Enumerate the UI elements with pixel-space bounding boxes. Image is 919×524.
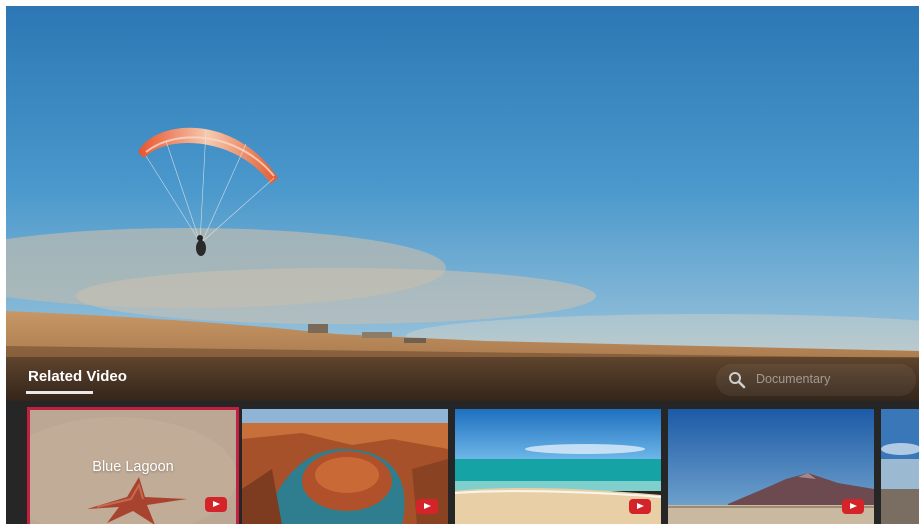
youtube-icon [842, 499, 864, 514]
video-thumbnail-mountain[interactable] [668, 409, 874, 524]
search-icon [729, 372, 746, 389]
search-box[interactable]: Documentary [716, 364, 916, 396]
video-thumbnail-partial[interactable] [881, 409, 919, 524]
video-thumbnail-blue-lagoon[interactable]: Blue Lagoon [27, 407, 239, 524]
youtube-icon [629, 499, 651, 514]
section-title[interactable]: Related Video [28, 368, 127, 385]
search-query-text: Documentary [756, 372, 831, 386]
youtube-icon [205, 497, 227, 512]
video-thumbnail-canyon[interactable] [242, 409, 448, 524]
related-video-strip: Blue Lagoon [6, 401, 919, 524]
thumbnail-image [881, 409, 919, 524]
video-thumbnail-beach[interactable] [455, 409, 661, 524]
section-title-underline [26, 391, 93, 394]
video-title: Blue Lagoon [92, 459, 174, 475]
youtube-icon [416, 499, 438, 514]
tv-screen: Related Video Documentary Blue Lagoon [6, 6, 919, 524]
